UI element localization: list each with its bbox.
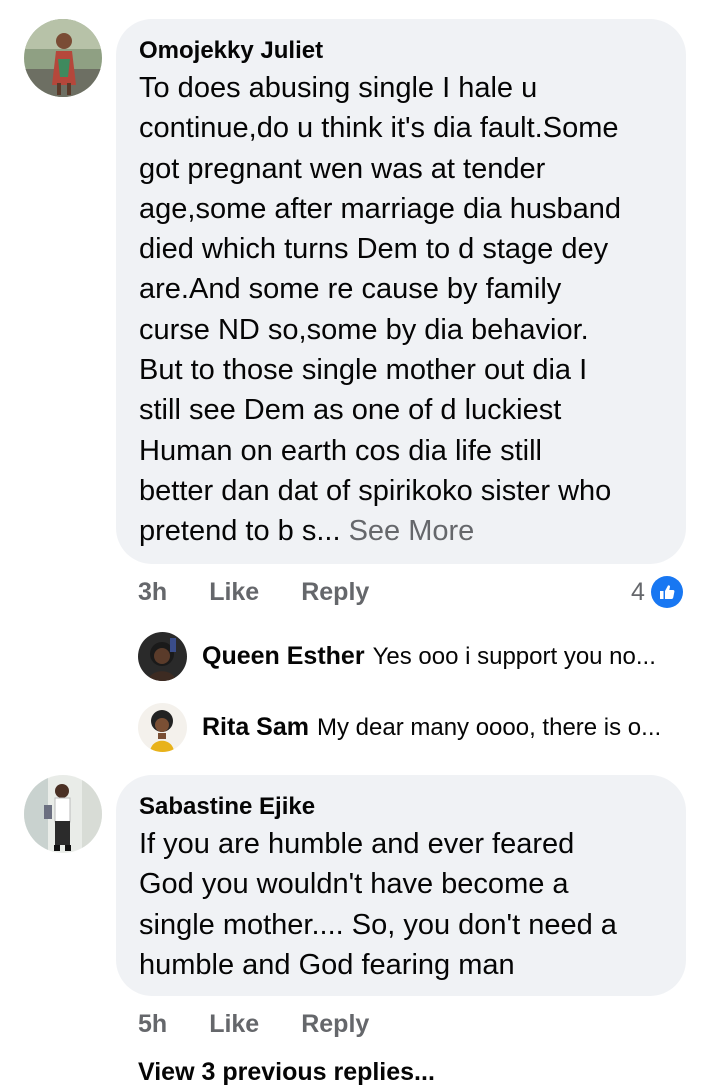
like-button[interactable]: Like: [209, 578, 259, 607]
comment-line: better dan dat of spirikoko sister who: [139, 474, 612, 507]
comment-bubble[interactable]: Sabastine Ejike If you are humble and ev…: [116, 775, 686, 996]
comment-line: still see Dem as one of d luckiest: [139, 394, 562, 427]
comment-line: died which turns Dem to d stage dey: [139, 233, 609, 266]
reaction-count: 4: [631, 577, 645, 606]
truncated-text: pretend to b s...: [139, 515, 341, 548]
comment-line: got pregnant wen was at tender: [139, 152, 546, 185]
comment-line: To does abusing single I hale u: [139, 72, 538, 104]
profile-photo-icon: [138, 703, 187, 752]
reply-item[interactable]: Queen Esther Yes ooo i support you no...: [202, 642, 656, 671]
comment-line: continue,do u think it's dia fault.Some: [139, 112, 619, 145]
comment-line: God you wouldn't have become a: [139, 868, 569, 901]
profile-photo-icon: [138, 632, 187, 681]
comment-actions: 3h Like Reply: [138, 578, 411, 607]
avatar-omojekky-juliet[interactable]: [24, 19, 102, 97]
profile-photo-icon: [24, 775, 102, 853]
comment-line: age,some after marriage dia husband: [139, 192, 622, 225]
comment-author[interactable]: Sabastine Ejike: [139, 792, 315, 822]
comment-actions: 5h Like Reply: [138, 1010, 411, 1039]
avatar-sabastine-ejike[interactable]: [24, 775, 102, 853]
reaction-summary[interactable]: 4: [631, 576, 683, 608]
comment-line: single mother.... So, you don't need a: [139, 908, 617, 941]
comment-line-last: pretend to b s... See More: [139, 511, 679, 551]
reply-text: Yes ooo i support you no...: [372, 642, 656, 670]
comment-timestamp[interactable]: 3h: [138, 578, 167, 607]
comment-author[interactable]: Omojekky Juliet: [139, 36, 323, 66]
comment-line: Human on earth cos dia life still: [139, 434, 542, 467]
reply-author[interactable]: Queen Esther: [202, 642, 365, 671]
comment-text: If you are humble and ever feared God yo…: [139, 824, 679, 985]
reply-author[interactable]: Rita Sam: [202, 713, 309, 742]
comment-line: humble and God fearing man: [139, 948, 515, 981]
avatar-rita-sam[interactable]: [138, 703, 187, 752]
profile-photo-icon: [24, 19, 102, 97]
comment-line: If you are humble and ever feared: [139, 828, 575, 860]
comment-line: But to those single mother out dia I: [139, 354, 588, 387]
avatar-queen-esther[interactable]: [138, 632, 187, 681]
reply-button[interactable]: Reply: [301, 578, 369, 607]
reply-text: My dear many oooo, there is o...: [316, 713, 662, 741]
like-thumb-icon: [650, 576, 683, 608]
comment-text: To does abusing single I hale u continue…: [139, 68, 679, 552]
view-previous-replies-link[interactable]: View 3 previous replies...: [138, 1058, 435, 1087]
reply-button[interactable]: Reply: [301, 1010, 369, 1039]
like-button[interactable]: Like: [209, 1010, 259, 1039]
comment-line: curse ND so,some by dia behavior.: [139, 313, 589, 346]
comment-timestamp[interactable]: 5h: [138, 1010, 167, 1039]
comment-line: are.And some re cause by family: [139, 273, 562, 306]
reply-item[interactable]: Rita Sam My dear many oooo, there is o..…: [202, 713, 661, 742]
see-more-link[interactable]: See More: [349, 515, 475, 547]
comment-bubble[interactable]: Omojekky Juliet To does abusing single I…: [116, 19, 686, 564]
